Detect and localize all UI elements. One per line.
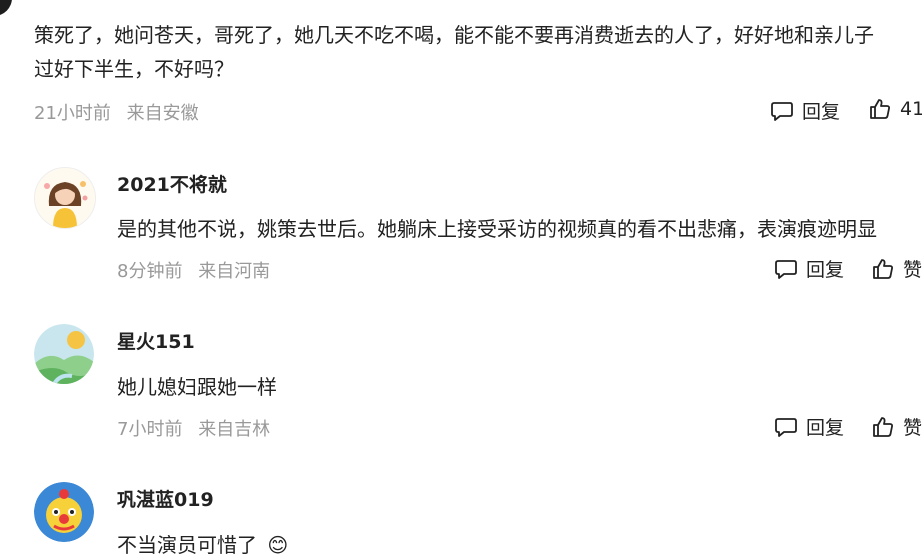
top-comment-time: 21小时前 xyxy=(34,103,111,124)
girl-avatar-icon xyxy=(35,168,95,228)
reply-2-username[interactable]: 星火151 xyxy=(117,327,195,354)
landscape-avatar-icon xyxy=(34,324,94,384)
like-label: 赞 xyxy=(903,417,922,439)
clown-avatar-icon xyxy=(34,482,94,542)
reply-1-username[interactable]: 2021不将就 xyxy=(117,170,227,197)
comment-thread: 策死了，她问苍天，哥死了，她几天不吃不喝，能不能不要再消费逝去的人了，好好地和亲… xyxy=(0,0,922,558)
reply-label: 回复 xyxy=(806,417,845,439)
reply-3-text-row: 不当演员可惜了 😊 xyxy=(117,529,288,558)
reply-3-username[interactable]: 巩湛蓝019 xyxy=(117,485,214,512)
thumbs-up-icon xyxy=(873,416,893,437)
reply-2-location: 来自吉林 xyxy=(198,419,271,440)
reply-2-text: 她儿媳妇跟她一样 xyxy=(117,375,277,399)
top-comment-line-2: 过好下半生，不好吗？ xyxy=(34,57,234,81)
reply-2-like-button[interactable]: 赞 xyxy=(871,413,922,440)
reply-3-text: 不当演员可惜了 xyxy=(117,533,257,557)
reply-1-reply-button[interactable]: 回复 xyxy=(774,255,844,282)
thumbs-up-icon xyxy=(873,258,893,279)
comment-bubble-icon xyxy=(775,417,797,437)
like-label: 赞 xyxy=(903,259,922,281)
comment-bubble-icon xyxy=(771,101,793,121)
comment-bubble-icon xyxy=(775,259,797,279)
reply-2-time: 7小时前 xyxy=(117,419,183,440)
avatar[interactable] xyxy=(34,167,96,229)
reply-1-meta: 8分钟前 来自河南 xyxy=(117,257,270,283)
avatar[interactable] xyxy=(34,324,94,384)
reply-1-like-button[interactable]: 赞 xyxy=(871,255,922,282)
top-comment-location: 来自安徽 xyxy=(126,103,199,124)
smile-emoji-icon: 😊 xyxy=(267,533,289,557)
like-count: 41 xyxy=(900,98,922,120)
reply-1-time: 8分钟前 xyxy=(117,261,183,282)
reply-2-meta: 7小时前 来自吉林 xyxy=(117,415,270,441)
top-comment-avatar[interactable] xyxy=(0,0,12,16)
reply-2-reply-button[interactable]: 回复 xyxy=(774,413,844,440)
reply-1-text: 是的其他不说，姚策去世后。她躺床上接受采访的视频真的看不出悲痛，表演痕迹明显 xyxy=(117,217,877,241)
top-comment-text: 策死了，她问苍天，哥死了，她几天不吃不喝，能不能不要再消费逝去的人了，好好地和亲… xyxy=(34,18,922,86)
top-comment-reply-button[interactable]: 回复 xyxy=(770,97,840,124)
top-comment-meta: 21小时前 来自安徽 xyxy=(34,99,199,125)
thumbs-up-icon xyxy=(870,99,890,119)
reply-label: 回复 xyxy=(802,101,841,123)
top-comment-line-1: 策死了，她问苍天，哥死了，她几天不吃不喝，能不能不要再消费逝去的人了，好好地和亲… xyxy=(34,23,874,47)
reply-1-location: 来自河南 xyxy=(198,261,271,282)
top-comment-like-button[interactable]: 41 xyxy=(868,97,922,121)
reply-label: 回复 xyxy=(806,259,845,281)
avatar[interactable] xyxy=(34,482,94,542)
